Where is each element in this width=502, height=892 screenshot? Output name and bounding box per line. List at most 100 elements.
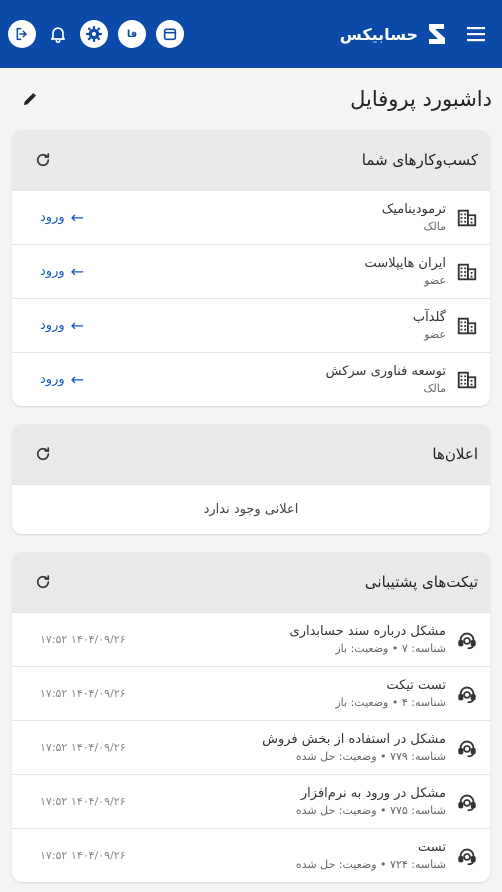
enter-business-button[interactable]: ← ورود [40,315,85,335]
ticket-meta: شناسه: ۴ • وضعیت: باز [335,696,446,709]
building-icon [457,317,477,334]
ticket-meta: شناسه: ۷ • وضعیت: باز [335,642,446,655]
ticket-time: ۱۷:۵۲ ۱۴۰۴/۰۹/۲۶ [40,795,126,808]
support-agent-icon [458,686,476,703]
ticket-time: ۱۷:۵۲ ۱۴۰۴/۰۹/۲۶ [40,633,126,646]
ticket-title: مشکل در ورود به نرم‌افزار [300,786,446,801]
support-agent-icon [458,740,476,757]
business-info: گلدآب عضو [413,310,478,341]
arrow-left-icon: ← [70,261,85,281]
ticket-info: تست تیکت شناسه: ۴ • وضعیت: باز [335,678,478,709]
enter-label: ورود [40,264,65,279]
ticket-info: تست شناسه: ۷۲۴ • وضعیت: حل شده [296,840,478,871]
support-agent-icon [458,794,476,811]
business-role: مالک [423,382,446,395]
business-row: ایران هایپلاست عضو ← ورود [12,244,490,298]
brand-logo-icon [429,24,445,44]
settings-button[interactable] [80,20,108,48]
support-agent-icon [458,848,476,865]
arrow-left-icon: ← [70,315,85,335]
businesses-card: کسب‌وکارهای شما ترمودینامیک مالک ← ورود [12,130,490,406]
announcements-card-title: اعلان‌ها [432,445,478,463]
business-row: ترمودینامیک مالک ← ورود [12,190,490,244]
business-name: ترمودینامیک [381,202,446,217]
announcements-card: اعلان‌ها اعلانی وجود ندارد [12,424,490,534]
ticket-row[interactable]: مشکل درباره سند حسابداری شناسه: ۷ • وضعی… [12,612,490,666]
business-role: عضو [424,274,446,287]
business-row: توسعه فناوری سرکش مالک ← ورود [12,352,490,406]
enter-label: ورود [40,210,65,225]
ticket-row[interactable]: تست شناسه: ۷۲۴ • وضعیت: حل شده ۱۷:۵۲ ۱۴۰… [12,828,490,882]
brand[interactable]: حسابیکس [340,21,448,47]
notifications-button[interactable] [46,22,70,46]
app-bar-actions: فا [8,20,184,48]
ticket-title: تست تیکت [386,678,446,693]
business-name: توسعه فناوری سرکش [325,364,446,379]
announcements-empty-message: اعلانی وجود ندارد [12,484,490,534]
support-agent-icon [458,632,476,649]
enter-label: ورود [40,318,65,333]
calendar-button[interactable] [156,20,184,48]
ticket-row[interactable]: تست تیکت شناسه: ۴ • وضعیت: باز ۱۷:۵۲ ۱۴۰… [12,666,490,720]
ticket-row[interactable]: مشکل در استفاده از بخش فروش شناسه: ۷۷۹ •… [12,720,490,774]
logout-button[interactable] [8,20,36,48]
business-role: عضو [424,328,446,341]
ticket-time: ۱۷:۵۲ ۱۴۰۴/۰۹/۲۶ [40,741,126,754]
announcements-card-header: اعلان‌ها [12,424,490,484]
arrow-left-icon: ← [70,207,85,227]
enter-label: ورود [40,372,65,387]
language-badge: فا [126,28,138,40]
ticket-info: مشکل در استفاده از بخش فروش شناسه: ۷۷۹ •… [262,732,478,763]
ticket-title: مشکل در استفاده از بخش فروش [262,732,446,747]
building-icon [457,263,477,280]
logout-icon [16,27,27,41]
ticket-time: ۱۷:۵۲ ۱۴۰۴/۰۹/۲۶ [40,849,126,862]
edit-profile-button[interactable] [18,87,42,111]
brand-name: حسابیکس [339,24,418,44]
refresh-icon [36,575,50,589]
language-button[interactable]: فا [118,20,146,48]
tickets-card: تیکت‌های پشتیبانی مشکل درباره سند حسابدا… [12,552,490,882]
business-info: ایران هایپلاست عضو [365,256,478,287]
app-bar: فا حسابیکس [0,0,502,68]
refresh-announcements-button[interactable] [32,443,54,465]
business-row: گلدآب عضو ← ورود [12,298,490,352]
business-info: توسعه فناوری سرکش مالک [326,364,478,395]
refresh-icon [36,447,50,461]
building-icon [457,371,477,388]
building-icon [457,209,477,226]
refresh-businesses-button[interactable] [32,149,54,171]
ticket-info: مشکل درباره سند حسابداری شناسه: ۷ • وضعی… [290,624,478,655]
refresh-tickets-button[interactable] [32,571,54,593]
ticket-title: مشکل درباره سند حسابداری [289,624,446,639]
hamburger-menu-icon [467,27,485,42]
enter-business-button[interactable]: ← ورود [40,369,85,389]
ticket-row[interactable]: مشکل در ورود به نرم‌افزار شناسه: ۷۷۵ • و… [12,774,490,828]
pencil-icon [24,93,36,105]
bell-icon [50,27,66,44]
ticket-meta: شناسه: ۷۲۴ • وضعیت: حل شده [295,858,446,871]
ticket-meta: شناسه: ۷۷۹ • وضعیت: حل شده [295,750,446,763]
business-info: ترمودینامیک مالک [382,202,478,233]
enter-business-button[interactable]: ← ورود [40,261,85,281]
ticket-time: ۱۷:۵۲ ۱۴۰۴/۰۹/۲۶ [40,687,126,700]
tickets-card-title: تیکت‌های پشتیبانی [364,573,478,591]
menu-button[interactable] [464,22,488,46]
ticket-meta: شناسه: ۷۷۵ • وضعیت: حل شده [295,804,446,817]
app-bar-brand-area: حسابیکس [340,21,488,47]
enter-business-button[interactable]: ← ورود [40,207,85,227]
gear-icon [86,26,102,42]
tickets-card-header: تیکت‌های پشتیبانی [12,552,490,612]
ticket-title: تست [418,840,446,855]
calendar-icon [163,28,177,41]
page-title: داشبورد پروفایل [350,87,492,111]
business-role: مالک [423,220,446,233]
page-header: داشبورد پروفایل [0,68,502,130]
business-name: ایران هایپلاست [364,256,446,271]
businesses-card-title: کسب‌وکارهای شما [361,151,478,169]
refresh-icon [36,153,50,167]
arrow-left-icon: ← [70,369,85,389]
businesses-card-header: کسب‌وکارهای شما [12,130,490,190]
business-name: گلدآب [412,310,446,325]
ticket-info: مشکل در ورود به نرم‌افزار شناسه: ۷۷۵ • و… [296,786,478,817]
